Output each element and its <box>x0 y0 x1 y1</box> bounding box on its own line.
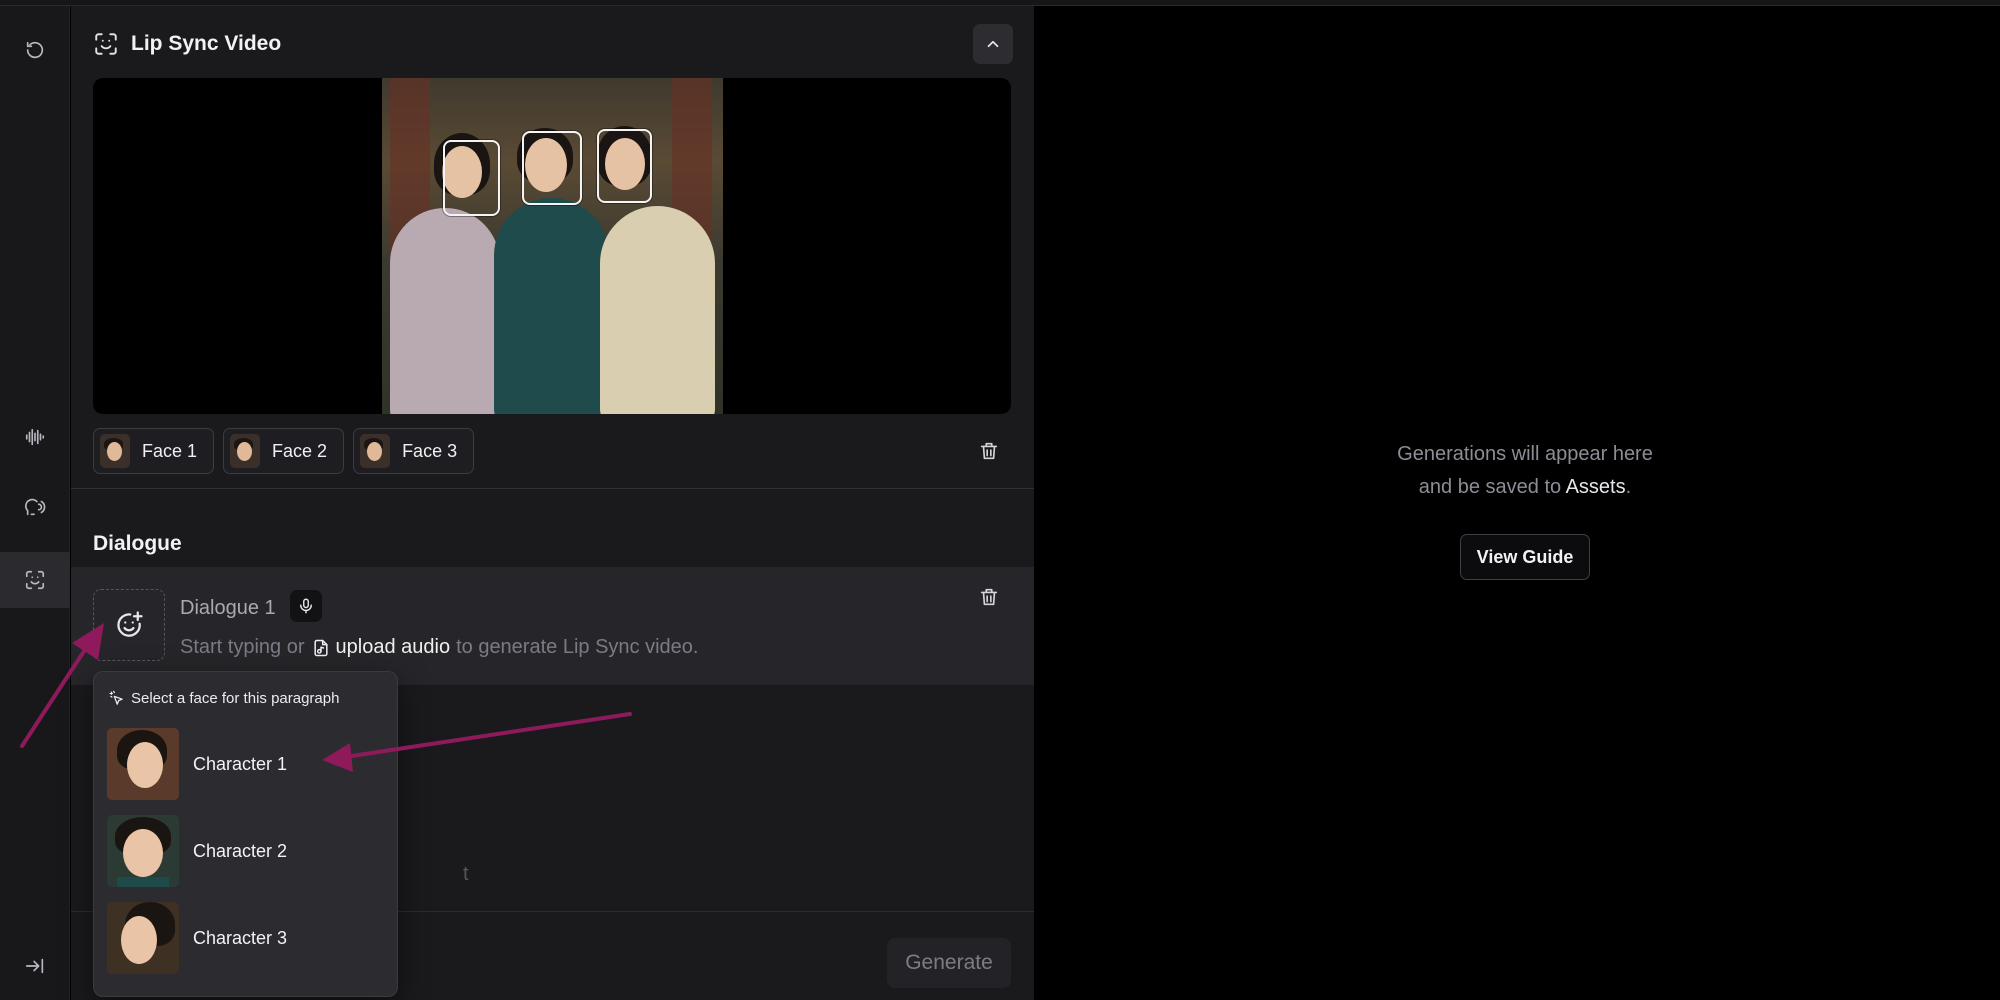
section-divider <box>71 488 1034 489</box>
face-chip-1[interactable]: Face 1 <box>93 428 215 474</box>
record-audio-button[interactable] <box>290 590 322 622</box>
empty-state-line-1: Generations will appear here <box>1397 443 1653 465</box>
trash-icon <box>980 588 998 606</box>
voice-tool-button[interactable] <box>0 479 70 535</box>
character-label: Character 3 <box>193 927 288 948</box>
upload-audio-link[interactable]: upload audio <box>336 636 451 659</box>
character-thumbnail <box>107 728 179 800</box>
view-guide-button[interactable]: View Guide <box>1460 534 1590 580</box>
assets-link[interactable]: Assets <box>1566 476 1626 498</box>
refresh-icon <box>26 41 44 59</box>
select-face-button[interactable] <box>93 589 165 661</box>
face-chip-2[interactable]: Face 2 <box>223 428 345 474</box>
face-chip-label: Face 2 <box>272 440 328 461</box>
microphone-icon <box>300 598 312 614</box>
video-preview[interactable] <box>93 78 1011 414</box>
audio-tool-button[interactable] <box>0 409 70 465</box>
face-chip-label: Face 3 <box>402 440 458 461</box>
refresh-button[interactable] <box>0 22 70 78</box>
face-menu-header: Select a face for this paragraph <box>108 690 339 707</box>
generate-button[interactable]: Generate <box>887 938 1011 988</box>
character-option-1[interactable]: Character 1 <box>107 728 387 800</box>
collapse-sidebar-icon <box>25 958 44 974</box>
obscured-text: t <box>463 863 469 885</box>
delete-dialogue-button[interactable] <box>976 584 1002 610</box>
dialogue-placeholder-start: Start typing or <box>180 636 305 658</box>
dialogue-text-input[interactable]: Start typing or upload audio to generate… <box>180 636 698 659</box>
character-label: Character 2 <box>193 840 288 861</box>
face-thumbnail <box>230 434 261 468</box>
face-box-3 <box>597 129 652 203</box>
waveform-icon <box>25 428 45 446</box>
chevron-up-icon <box>987 40 999 48</box>
character-label: Character 1 <box>193 753 288 774</box>
file-audio-icon <box>313 639 328 656</box>
collapse-panel-button[interactable] <box>973 24 1013 64</box>
face-scan-icon <box>25 570 45 590</box>
face-chip-label: Face 1 <box>142 440 198 461</box>
face-menu-title: Select a face for this paragraph <box>131 690 340 707</box>
face-thumbnail <box>100 434 130 468</box>
trash-icon <box>980 442 998 460</box>
face-scan-icon <box>95 33 117 55</box>
panel-title: Lip Sync Video <box>131 32 282 55</box>
face-chip-3[interactable]: Face 3 <box>353 428 475 474</box>
panel-header: Lip Sync Video <box>93 28 281 60</box>
empty-state-line-2: and be saved to Assets. <box>1418 476 1632 498</box>
video-frame <box>382 78 723 414</box>
face-select-menu: Select a face for this paragraph Charact… <box>93 671 398 997</box>
face-chips: Face 1 Face 2 Face 3 <box>93 428 475 474</box>
side-rail <box>0 6 70 1000</box>
character-option-3[interactable]: Character 3 <box>107 902 387 974</box>
character-option-2[interactable]: Character 2 <box>107 815 387 887</box>
face-box-1 <box>443 140 500 216</box>
face-box-2 <box>522 131 582 205</box>
dialogue-placeholder-end: to generate Lip Sync video. <box>456 636 699 658</box>
voice-icon <box>25 498 46 516</box>
character-thumbnail <box>107 902 179 974</box>
add-face-icon <box>117 611 143 637</box>
character-thumbnail <box>107 815 179 887</box>
lip-sync-tool-button[interactable] <box>0 552 70 608</box>
collapse-sidebar-button[interactable] <box>0 938 70 994</box>
dialogue-name[interactable]: Dialogue 1 <box>180 597 276 620</box>
sparkle-pointer-icon <box>109 690 123 705</box>
dialogue-section-title: Dialogue <box>93 532 182 555</box>
face-thumbnail <box>360 434 391 468</box>
dialogue-card: Dialogue 1 Start typing or upload audio … <box>71 567 1034 685</box>
delete-faces-button[interactable] <box>976 438 1002 464</box>
empty-state-message: Generations will appear here and be save… <box>1325 438 1725 504</box>
